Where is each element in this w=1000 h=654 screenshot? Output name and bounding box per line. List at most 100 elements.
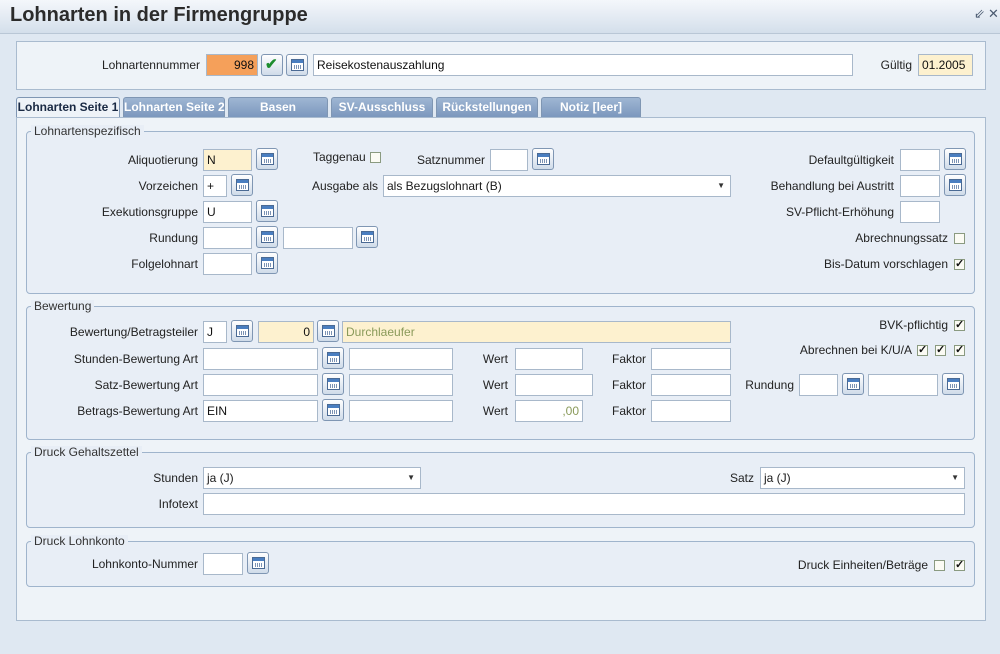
bvk-checkbox[interactable]: ✓ bbox=[954, 320, 965, 331]
ausgabe-select[interactable]: als Bezugslohnart (B) ▼ bbox=[383, 175, 731, 197]
satz-faktor-input[interactable] bbox=[651, 374, 731, 396]
bewertung-rundung-input-2[interactable] bbox=[868, 374, 938, 396]
gz-stunden-select[interactable]: ja (J) ▼ bbox=[203, 467, 421, 489]
rundung-input[interactable] bbox=[203, 227, 252, 249]
rundung-input-2[interactable] bbox=[283, 227, 353, 249]
stunden-bewertung-lookup-button[interactable] bbox=[322, 347, 344, 369]
folgelohnart-input[interactable] bbox=[203, 253, 252, 275]
betrags-bewertung-text[interactable] bbox=[349, 400, 453, 422]
vorzeichen-input[interactable]: + bbox=[203, 175, 227, 197]
calendar-list-icon bbox=[537, 153, 550, 165]
taggenau-checkbox[interactable] bbox=[370, 152, 381, 163]
vorzeichen-lookup-button[interactable] bbox=[231, 174, 253, 196]
stunden-faktor-input[interactable] bbox=[651, 348, 731, 370]
folgelohnart-lookup-button[interactable] bbox=[256, 252, 278, 274]
tab-lohnarten-seite-1[interactable]: Lohnarten Seite 1 bbox=[16, 97, 120, 118]
lohnartennummer-label: Lohnartennummer bbox=[101, 58, 200, 72]
folgelohnart-label: Folgelohnart bbox=[131, 257, 198, 271]
abrechnen-u-checkbox[interactable]: ✓ bbox=[935, 345, 946, 356]
tab-lohnarten-seite-2[interactable]: Lohnarten Seite 2 bbox=[123, 97, 225, 117]
description-input[interactable]: Reisekostenauszahlung bbox=[313, 54, 853, 76]
close-icon[interactable]: ✕ bbox=[988, 7, 999, 21]
lohnartenspezifisch-legend: Lohnartenspezifisch bbox=[31, 125, 144, 138]
gz-satz-select[interactable]: ja (J) ▼ bbox=[760, 467, 965, 489]
betrags-faktor-input[interactable] bbox=[651, 400, 731, 422]
lohnkonto-lookup-button[interactable] bbox=[247, 552, 269, 574]
bisdatum-checkbox[interactable]: ✓ bbox=[954, 259, 965, 270]
bewertung-rundung-lookup-button[interactable] bbox=[842, 373, 864, 395]
infotext-input[interactable] bbox=[203, 493, 965, 515]
betragsteiler-lookup-button-2[interactable] bbox=[317, 320, 339, 342]
calendar-list-icon bbox=[291, 59, 304, 71]
satznummer-label: Satznummer bbox=[416, 153, 485, 167]
tab-sv-ausschluss[interactable]: SV-Ausschluss bbox=[331, 97, 433, 117]
defaultgueltigkeit-lookup-button[interactable] bbox=[944, 148, 966, 170]
betragsteiler-lookup-button[interactable] bbox=[231, 320, 253, 342]
chevron-down-icon: ▼ bbox=[717, 181, 725, 190]
rundung-lookup-button[interactable] bbox=[256, 226, 278, 248]
calendar-list-icon bbox=[261, 257, 274, 269]
stunden-faktor-label: Faktor bbox=[611, 352, 646, 366]
aliquotierung-input[interactable]: N bbox=[203, 149, 252, 171]
svpflicht-input[interactable] bbox=[900, 201, 940, 223]
einheiten-checkbox-1[interactable] bbox=[934, 560, 945, 571]
stunden-bewertung-input[interactable] bbox=[203, 348, 318, 370]
exekutionsgruppe-lookup-button[interactable] bbox=[256, 200, 278, 222]
betragsteiler-input[interactable]: J bbox=[203, 321, 227, 343]
abrechnungssatz-checkbox[interactable] bbox=[954, 233, 965, 244]
vorzeichen-label: Vorzeichen bbox=[138, 179, 198, 193]
betragsteiler-number[interactable]: 0 bbox=[258, 321, 314, 343]
betrags-bewertung-lookup-button[interactable] bbox=[322, 399, 344, 421]
exekutionsgruppe-input[interactable]: U bbox=[203, 201, 252, 223]
betrags-bewertung-label: Betrags-Bewertung Art bbox=[77, 404, 198, 418]
stunden-wert-input[interactable] bbox=[515, 348, 583, 370]
ausgabe-label: Ausgabe als bbox=[311, 179, 378, 193]
infotext-label: Infotext bbox=[158, 497, 198, 511]
bewertung-rundung-label: Rundung bbox=[745, 378, 794, 392]
stunden-bewertung-label: Stunden-Bewertung Art bbox=[73, 352, 198, 366]
tab-basen[interactable]: Basen bbox=[228, 97, 328, 117]
satznummer-lookup-button[interactable] bbox=[532, 148, 554, 170]
betrags-bewertung-input[interactable]: EIN bbox=[203, 400, 318, 422]
calendar-list-icon bbox=[327, 404, 340, 416]
defaultgueltigkeit-input[interactable] bbox=[900, 149, 940, 171]
gz-stunden-value: ja (J) bbox=[207, 471, 234, 485]
exekutionsgruppe-label: Exekutionsgruppe bbox=[101, 205, 198, 219]
bewertung-rundung-lookup-button-2[interactable] bbox=[942, 373, 964, 395]
chevron-down-icon: ▼ bbox=[951, 473, 959, 482]
abrechnen-a-checkbox[interactable]: ✓ bbox=[954, 345, 965, 356]
gueltig-label: Gültig bbox=[880, 58, 912, 72]
group-druck-gehaltszettel bbox=[26, 452, 975, 528]
bewertung-rundung-input[interactable] bbox=[799, 374, 838, 396]
betrags-faktor-label: Faktor bbox=[611, 404, 646, 418]
behandlung-input[interactable] bbox=[900, 175, 940, 197]
betragsteiler-text[interactable]: Durchlaeufer bbox=[342, 321, 731, 343]
lohnartennummer-input[interactable]: 998 bbox=[206, 54, 258, 76]
betrags-wert-input[interactable]: ,00 bbox=[515, 400, 583, 422]
stunden-bewertung-text[interactable] bbox=[349, 348, 453, 370]
lohnkonto-nummer-input[interactable] bbox=[203, 553, 243, 575]
gueltig-input[interactable]: 01.2005 bbox=[918, 54, 973, 76]
tab-notiz[interactable]: Notiz [leer] bbox=[541, 97, 641, 117]
rundung-lookup-button-2[interactable] bbox=[356, 226, 378, 248]
tab-rueckstellungen[interactable]: Rückstellungen bbox=[436, 97, 538, 117]
minimize-icon[interactable]: ⇙ bbox=[974, 7, 985, 21]
abrechnen-k-checkbox[interactable]: ✓ bbox=[917, 345, 928, 356]
calendar-list-icon bbox=[261, 153, 274, 165]
einheiten-checkbox-2[interactable]: ✓ bbox=[954, 560, 965, 571]
satznummer-input[interactable] bbox=[490, 149, 528, 171]
aliquotierung-lookup-button[interactable] bbox=[256, 148, 278, 170]
window-title: Lohnarten in der Firmengruppe bbox=[10, 4, 308, 26]
satz-bewertung-input[interactable] bbox=[203, 374, 318, 396]
calendar-list-icon bbox=[261, 231, 274, 243]
confirm-button[interactable]: ✔ bbox=[261, 54, 283, 76]
satz-wert-input[interactable] bbox=[515, 374, 593, 396]
satz-bewertung-text[interactable] bbox=[349, 374, 453, 396]
calendar-list-icon bbox=[252, 557, 265, 569]
lohnart-lookup-button[interactable] bbox=[286, 54, 308, 76]
stunden-wert-label: Wert bbox=[482, 352, 508, 366]
behandlung-lookup-button[interactable] bbox=[944, 174, 966, 196]
svpflicht-label: SV-Pflicht-Erhöhung bbox=[785, 205, 894, 219]
satz-bewertung-lookup-button[interactable] bbox=[322, 373, 344, 395]
calendar-list-icon bbox=[949, 179, 962, 191]
